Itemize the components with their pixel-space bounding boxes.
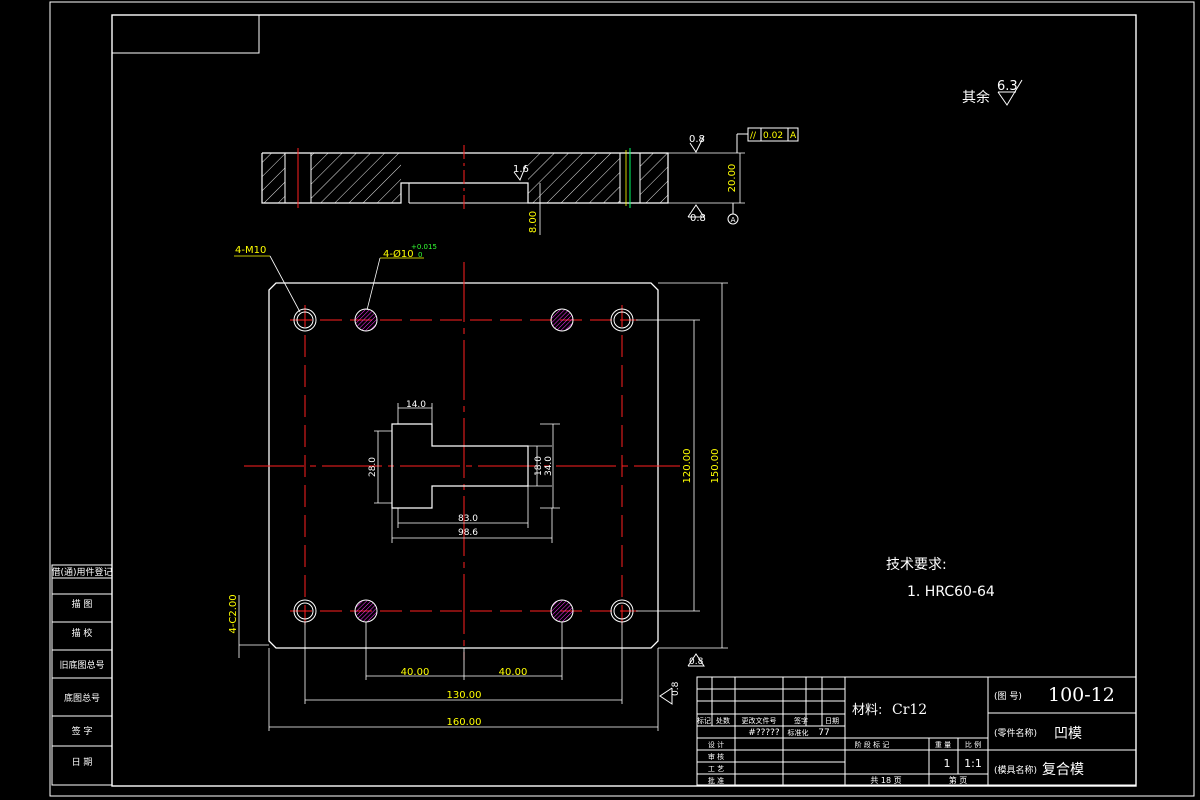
side-label-5: 底图总号 (64, 692, 100, 704)
callout-threads: 4-M10 (235, 245, 266, 256)
dim-slot-height: 28.0 (368, 457, 378, 477)
tb-design-label: 设 计 (708, 740, 724, 749)
parallelism-tolerance: 0.02 (763, 131, 783, 141)
dim-step: 8.00 (528, 211, 539, 233)
tb-drawing-no: 100-12 (1048, 684, 1115, 706)
parallelism-datum: A (790, 131, 797, 141)
pin-hole (354, 308, 378, 332)
tb-row-label-5: 日期 (825, 717, 839, 725)
tb-drawing-no-label: (图 号) (994, 691, 1022, 702)
tb-approve-label: 批 准 (708, 776, 724, 785)
tb-die-name-label: (模具名称) (994, 764, 1037, 776)
dim-thickness: 20.00 (727, 164, 738, 193)
side-label-1: 借(通)用件登记 (51, 566, 112, 578)
tb-stage-label: 阶 段 标 记 (855, 740, 890, 749)
side-label-3: 描 校 (72, 627, 93, 639)
tb-row-label-1: 标记 (697, 716, 711, 725)
dim-height: 150.00 (710, 449, 721, 484)
tb-row-label-4: 签字 (794, 716, 808, 725)
side-roughness-top: 0.8 (689, 134, 705, 145)
tb-row-label-2: 处数 (716, 716, 730, 725)
tb-die-name: 复合模 (1042, 761, 1084, 778)
roughness-label: 其余 (962, 89, 990, 106)
dim-slot-outer-w: 98.6 (458, 528, 478, 538)
tb-check-label: 审 核 (708, 752, 724, 761)
tb-std-value: 77 (818, 728, 829, 738)
tb-design-value: #????? (748, 728, 780, 738)
tb-scale-label: 比 例 (965, 740, 981, 749)
tb-row-label-3: 更改文件号 (742, 716, 777, 725)
side-label-6: 签 字 (72, 725, 93, 737)
tech-req-title: 技术要求: (886, 557, 947, 573)
plan-roughness-right: 0.8 (671, 681, 681, 696)
dim-slot-outer-h: 34.0 (544, 456, 554, 476)
tech-requirements: 技术要求: 1. HRC60-64 (886, 557, 995, 600)
tb-material-label: 材料: (852, 703, 882, 718)
pin-hole (550, 308, 574, 332)
side-roughness-bottom: 0.8 (690, 213, 706, 224)
side-view: 0.8 0.8 1.6 20.00 8.00 // 0.02 A A (261, 127, 799, 235)
callout-pins-tolerance: +0.015 (411, 243, 437, 251)
datum-label: A (731, 216, 736, 224)
plan-view: 14.0 28.0 18.0 34.0 83.0 98.6 120.00 150… (228, 243, 728, 731)
side-label-4: 旧底图总号 (59, 659, 104, 671)
tb-weight-label: 重 量 (935, 741, 951, 749)
callout-pins: 4-Ø10 (383, 248, 414, 260)
plan-roughness-bottom: 0.8 (689, 657, 704, 667)
dim-width: 160.00 (447, 717, 482, 728)
parallelism-symbol: // (750, 131, 757, 141)
tb-part-name: 凹模 (1054, 726, 1082, 742)
roughness-value: 6.3 (997, 79, 1018, 94)
dim-slot-neck: 14.0 (406, 400, 426, 410)
tb-sheets-total: 共 18 页 (870, 776, 901, 785)
dim-slot-inner-h: 18.0 (534, 456, 544, 476)
title-block-text: 标记 处数 更改文件号 签字 日期 设 计 #????? 标准化 77 审 核 … (697, 684, 1115, 785)
tb-sheet-no: 第 页 (949, 775, 968, 785)
roughness-note: 其余 6.3 (962, 79, 1023, 106)
dim-hole-pitch-y: 120.00 (682, 449, 693, 484)
dim-half-left: 40.00 (401, 667, 430, 678)
tb-std-label: 标准化 (788, 728, 809, 737)
tb-quantity: 1 (944, 757, 951, 770)
side-panel: 借(通)用件登记 描 图 描 校 旧底图总号 底图总号 签 字 日 期 (51, 564, 113, 786)
side-label-7: 日 期 (72, 757, 93, 768)
tb-scale: 1:1 (964, 757, 982, 770)
tb-material: Cr12 (892, 702, 927, 718)
side-roughness-step: 1.6 (513, 164, 529, 175)
pin-hole (550, 599, 574, 623)
callout-chamfer: 4-C2.00 (228, 594, 239, 633)
dim-slot-inner-w: 83.0 (458, 514, 478, 524)
callout-pins-tolerance-low: 0 (418, 251, 422, 259)
tb-part-name-label: (零件名称) (994, 727, 1037, 739)
cad-drawing: 借(通)用件登记 描 图 描 校 旧底图总号 底图总号 签 字 日 期 其余 6… (49, 1, 1195, 797)
tb-process-label: 工 艺 (708, 765, 724, 773)
pin-hole (354, 599, 378, 623)
dim-half-right: 40.00 (499, 667, 528, 678)
side-label-2: 描 图 (72, 598, 93, 610)
tech-req-item: 1. HRC60-64 (907, 584, 995, 600)
dim-hole-pitch-x: 130.00 (447, 690, 482, 701)
